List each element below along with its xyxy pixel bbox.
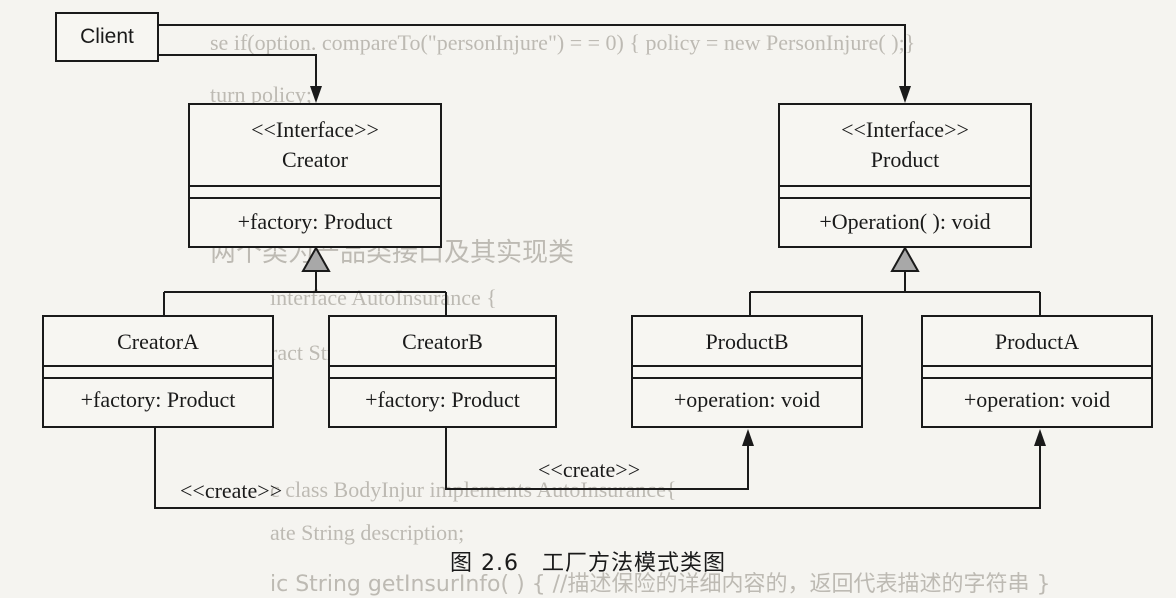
divider [633,377,861,379]
product-interface-box[interactable]: <<Interface>> Product +Operation( ): voi… [778,103,1032,248]
generalization-triangle-icon [301,245,331,272]
product-a-member: +operation: void [963,387,1111,412]
product-member: +Operation( ): void [819,209,991,234]
product-b-box[interactable]: ProductB +operation: void [631,315,863,428]
creator-stereotype: <<Interface>> [251,117,379,142]
divider [330,377,555,379]
product-b-name: ProductB [705,329,789,354]
client-to-creator-association [157,54,317,96]
figure-caption: 图 2.6 工厂方法模式类图 [450,551,726,576]
generalization-triangle-icon [890,245,920,272]
divider [44,365,272,367]
creator-b-member: +factory: Product [365,387,520,412]
create-label-b: <<create>> [538,457,641,482]
divider [780,197,1030,199]
divider [923,365,1151,367]
divider [633,365,861,367]
product-name: Product [870,147,940,172]
creator-interface-header: <<Interface>> Creator [190,105,440,185]
product-b-header: ProductB [633,317,861,367]
creator-a-box[interactable]: CreatorA +factory: Product [42,315,274,428]
divider [780,185,1030,187]
divider [190,197,440,199]
creator-a-header: CreatorA [44,317,272,367]
arrowhead-icon [310,86,322,103]
create-label-a: <<create>> [180,478,283,503]
product-a-name: ProductA [994,329,1080,354]
creator-interface-box[interactable]: <<Interface>> Creator +factory: Product [188,103,442,248]
divider [330,365,555,367]
client-label: Client [80,25,134,48]
product-a-header: ProductA [923,317,1151,367]
creator-a-member: +factory: Product [80,387,236,412]
product-b-member: +operation: void [673,387,821,412]
product-interface-header: <<Interface>> Product [780,105,1030,185]
creator-b-header: CreatorB [330,317,555,367]
creator-b-box[interactable]: CreatorB +factory: Product [328,315,557,428]
product-a-box[interactable]: ProductA +operation: void [921,315,1153,428]
creator-b-name: CreatorB [402,329,483,354]
client-box[interactable]: Client [55,12,159,62]
arrowhead-icon [1034,429,1046,446]
client-to-product-association [157,24,906,96]
arrowhead-icon [899,86,911,103]
divider [190,185,440,187]
product-stereotype: <<Interface>> [841,117,969,142]
creator-name: Creator [282,147,348,172]
divider [923,377,1151,379]
connector-lines [154,24,1046,509]
creator-a-name: CreatorA [117,329,199,354]
arrowhead-icon [742,429,754,446]
creator-member: +factory: Product [237,209,393,234]
divider [44,377,272,379]
